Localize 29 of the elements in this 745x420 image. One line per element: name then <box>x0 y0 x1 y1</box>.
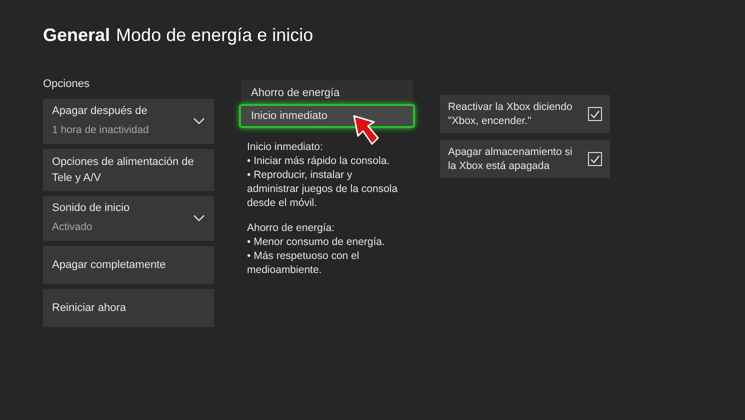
dropdown-value: 1 hora de inactividad <box>52 123 149 138</box>
description-heading: Ahorro de energía: <box>247 221 336 235</box>
description-heading: Inicio inmediato: <box>247 140 324 154</box>
page-title: Modo de energía e inicio <box>116 24 314 47</box>
description-bullet: • Reproducir, instalar y administrar juegos de la consola desde el móvil. <box>247 168 399 210</box>
checkbox-setting[interactable]: Apagar almacenamiento si la Xbox está apagada <box>440 140 610 178</box>
dropdown[interactable]: Sonido de inicio Activado <box>43 196 214 240</box>
section-title: General <box>43 24 110 47</box>
dropdown-value: Activado <box>52 220 94 236</box>
options-label: Opciones <box>43 77 90 92</box>
setting-label: Apagar almacenamiento si la Xbox está apagada <box>448 145 574 173</box>
power-mode-option[interactable]: Inicio inmediato <box>239 104 415 128</box>
power-mode-option[interactable]: Ahorro de energía <box>241 82 413 104</box>
checkbox-setting[interactable]: Reactivar la Xbox diciendo "Xbox, encender." <box>440 95 610 133</box>
chevron-down-icon <box>193 214 205 222</box>
chevron-down-icon <box>193 117 205 125</box>
checkbox[interactable] <box>588 152 602 166</box>
setting-label: Reactivar la Xbox diciendo "Xbox, encender." <box>448 100 574 128</box>
checkbox[interactable] <box>588 107 602 121</box>
menu-button[interactable]: Apagar completamente <box>43 246 214 284</box>
dropdown[interactable]: Apagar después de 1 hora de inactividad <box>43 98 214 144</box>
menu-button[interactable]: Opciones de alimentación de Tele y A/V <box>43 148 214 190</box>
description-bullet: • Iniciar más rápido la consola. <box>247 154 391 168</box>
pointer-arrow-icon <box>352 114 380 146</box>
description-bullet: • Menor consumo de energía. <box>247 235 386 249</box>
dropdown-label: Sonido de inicio <box>52 200 130 216</box>
description-bullet: • Más respetuoso con el medioambiente. <box>247 249 360 277</box>
dropdown-label: Apagar después de <box>52 104 148 119</box>
menu-button[interactable]: Reiniciar ahora <box>43 288 214 326</box>
